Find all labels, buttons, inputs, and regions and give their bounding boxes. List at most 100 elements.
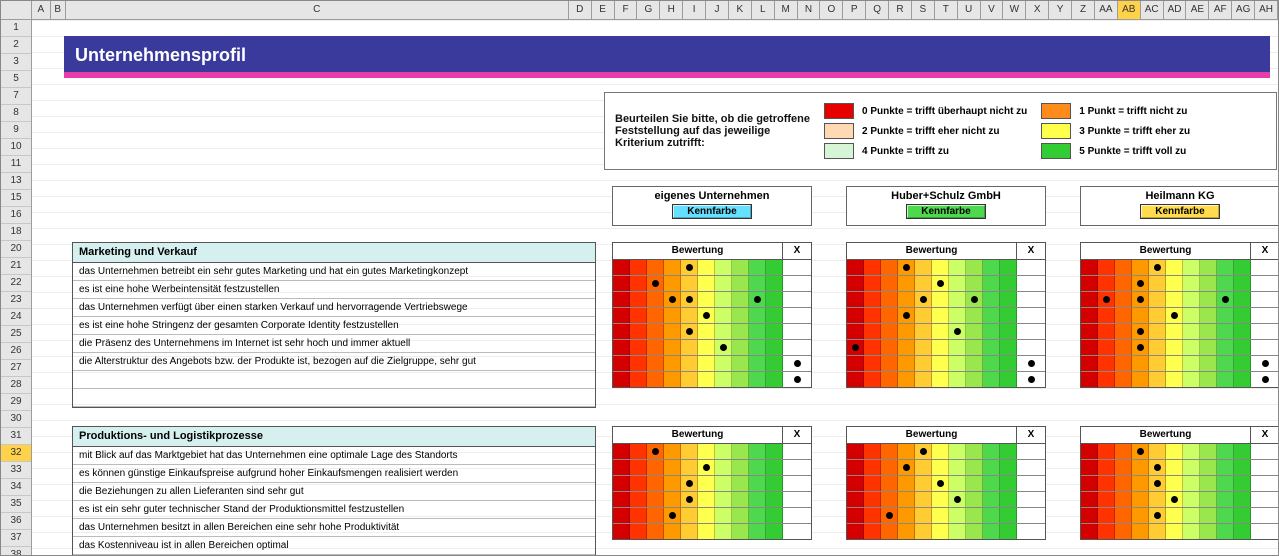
rating-cell[interactable] (732, 324, 749, 339)
rating-cell[interactable] (932, 372, 949, 387)
rating-cell[interactable] (749, 276, 766, 291)
rating-cell[interactable] (864, 460, 881, 475)
rating-cell[interactable] (647, 340, 664, 355)
rating-x-cell[interactable] (1251, 324, 1278, 339)
rating-cell[interactable] (1115, 356, 1132, 371)
row-header-ruler[interactable]: 1235789101113151618202122232425262728293… (1, 20, 32, 556)
rating-cell[interactable] (966, 372, 983, 387)
rating-cell[interactable] (1132, 260, 1149, 275)
rating-cell[interactable] (1115, 476, 1132, 491)
rating-cell[interactable] (1115, 524, 1132, 539)
rating-cell[interactable] (630, 444, 647, 459)
column-header-ruler[interactable]: ABCDEFGHIJKLMNOPQRSTUVWXYZAAABACADAEAFAG… (1, 1, 1278, 20)
rating-cell[interactable] (1200, 460, 1217, 475)
rating-cell[interactable] (715, 276, 732, 291)
rating-cell[interactable] (613, 324, 630, 339)
rating-cell[interactable] (966, 276, 983, 291)
rating-cell[interactable] (1200, 308, 1217, 323)
rating-cell[interactable] (766, 308, 783, 323)
rating-cell[interactable] (647, 524, 664, 539)
column-header-P[interactable]: P (843, 1, 866, 19)
rating-cell[interactable] (1183, 340, 1200, 355)
rating-cell[interactable] (915, 308, 932, 323)
rating-x-cell[interactable] (783, 292, 811, 307)
rating-cell[interactable] (966, 356, 983, 371)
rating-x-cell[interactable] (1017, 492, 1045, 507)
rating-cell[interactable] (1000, 492, 1017, 507)
rating-cell[interactable] (864, 292, 881, 307)
rating-cell[interactable] (1234, 444, 1251, 459)
rating-x-cell[interactable] (1251, 372, 1278, 387)
rating-cell[interactable] (1217, 276, 1234, 291)
rating-cell[interactable] (647, 460, 664, 475)
column-header-AG[interactable]: AG (1232, 1, 1255, 19)
rating-cell[interactable] (715, 492, 732, 507)
rating-cell[interactable] (630, 460, 647, 475)
rating-cell[interactable] (698, 260, 715, 275)
rating-x-cell[interactable] (1251, 476, 1278, 491)
rating-cell[interactable] (1000, 276, 1017, 291)
rating-cell[interactable] (630, 356, 647, 371)
rating-cell[interactable] (1183, 492, 1200, 507)
rating-cell[interactable] (881, 476, 898, 491)
rating-cell[interactable] (1115, 292, 1132, 307)
row-header-5[interactable]: 5 (1, 71, 31, 88)
rating-cell[interactable] (915, 476, 932, 491)
rating-cell[interactable] (1115, 324, 1132, 339)
rating-cell[interactable] (1183, 292, 1200, 307)
rating-cell[interactable] (966, 308, 983, 323)
rating-cell[interactable] (681, 356, 698, 371)
rating-x-cell[interactable] (1017, 292, 1045, 307)
row-header-26[interactable]: 26 (1, 343, 31, 360)
rating-cell[interactable] (1000, 372, 1017, 387)
rating-cell[interactable] (949, 444, 966, 459)
rating-cell[interactable] (749, 292, 766, 307)
rating-cell[interactable] (881, 524, 898, 539)
rating-cell[interactable] (1000, 340, 1017, 355)
rating-cell[interactable] (664, 276, 681, 291)
rating-cell[interactable] (949, 260, 966, 275)
rating-matrix[interactable]: BewertungX (846, 242, 1046, 388)
rating-cell[interactable] (613, 508, 630, 523)
rating-cell[interactable] (847, 340, 864, 355)
rating-cell[interactable] (630, 260, 647, 275)
row-header-27[interactable]: 27 (1, 360, 31, 377)
rating-cell[interactable] (613, 276, 630, 291)
rating-cell[interactable] (1234, 372, 1251, 387)
rating-cell[interactable] (681, 324, 698, 339)
rating-matrix[interactable]: BewertungX (1080, 242, 1278, 388)
rating-cell[interactable] (1166, 324, 1183, 339)
rating-cell[interactable] (915, 444, 932, 459)
rating-cell[interactable] (630, 308, 647, 323)
rating-cell[interactable] (932, 324, 949, 339)
rating-cell[interactable] (1098, 524, 1115, 539)
rating-cell[interactable] (766, 276, 783, 291)
rating-cell[interactable] (1081, 508, 1098, 523)
rating-cell[interactable] (847, 372, 864, 387)
rating-cell[interactable] (881, 340, 898, 355)
rating-cell[interactable] (949, 340, 966, 355)
rating-cell[interactable] (1166, 356, 1183, 371)
rating-cell[interactable] (698, 508, 715, 523)
kennfarbe-button[interactable]: Kennfarbe (672, 204, 751, 219)
rating-cell[interactable] (932, 340, 949, 355)
column-header-AD[interactable]: AD (1164, 1, 1187, 19)
rating-cell[interactable] (698, 524, 715, 539)
rating-cell[interactable] (1115, 260, 1132, 275)
rating-cell[interactable] (698, 308, 715, 323)
rating-cell[interactable] (1115, 460, 1132, 475)
column-header-AA[interactable]: AA (1095, 1, 1118, 19)
rating-cell[interactable] (1132, 524, 1149, 539)
rating-cell[interactable] (613, 340, 630, 355)
rating-cell[interactable] (1115, 444, 1132, 459)
rating-cell[interactable] (749, 476, 766, 491)
row-header-30[interactable]: 30 (1, 411, 31, 428)
rating-cell[interactable] (1081, 476, 1098, 491)
rating-cell[interactable] (681, 460, 698, 475)
rating-cell[interactable] (1234, 308, 1251, 323)
rating-cell[interactable] (715, 340, 732, 355)
rating-cell[interactable] (966, 524, 983, 539)
column-header-J[interactable]: J (706, 1, 729, 19)
rating-cell[interactable] (983, 340, 1000, 355)
rating-cell[interactable] (949, 476, 966, 491)
